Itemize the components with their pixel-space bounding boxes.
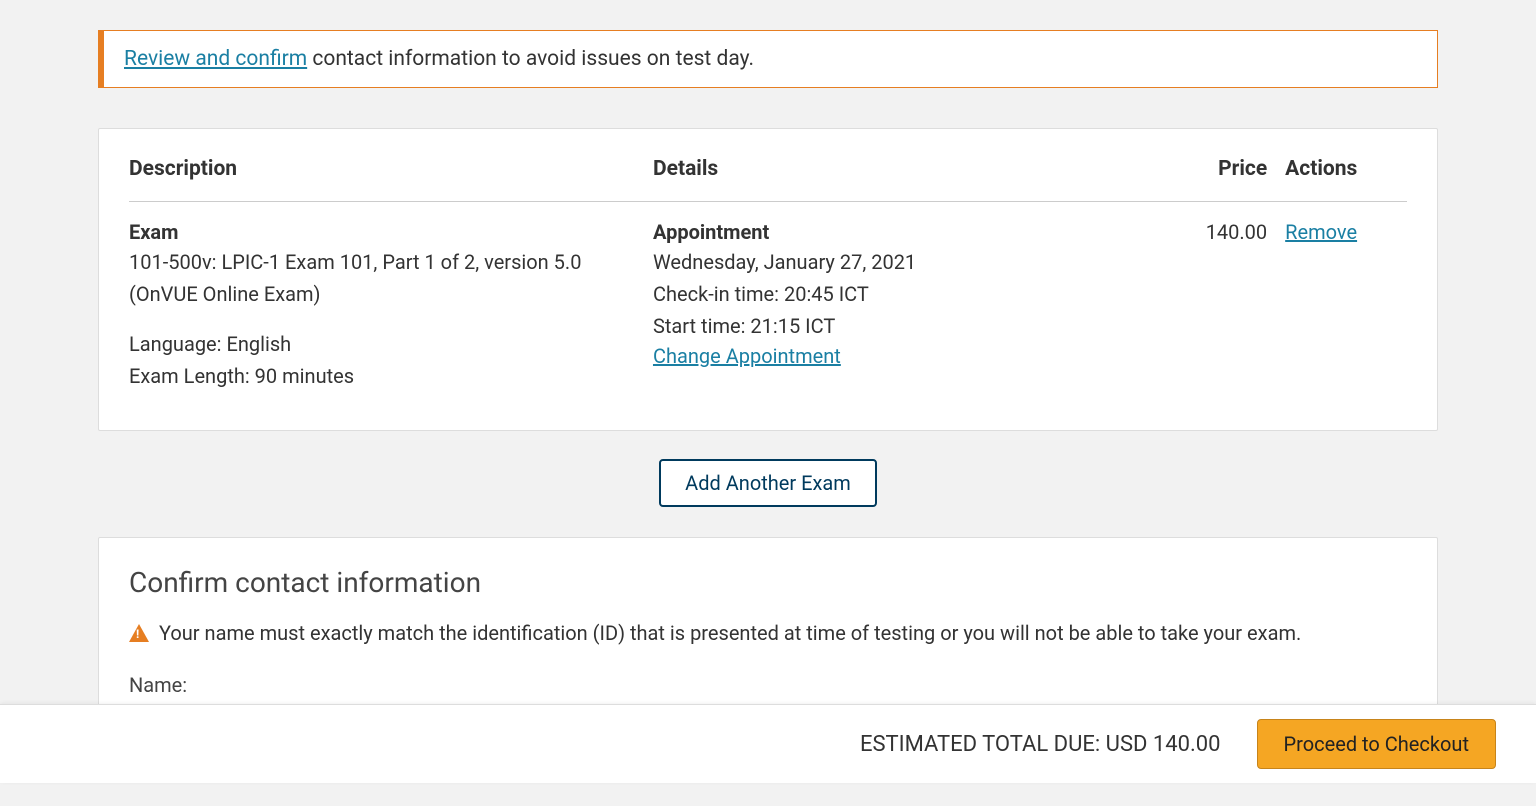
change-appointment-link[interactable]: Change Appointment	[653, 344, 841, 368]
proceed-to-checkout-button[interactable]: Proceed to Checkout	[1257, 719, 1496, 769]
order-table: Description Details Price Actions Exam 1…	[129, 157, 1407, 394]
cell-details: Appointment Wednesday, January 27, 2021 …	[653, 220, 1190, 394]
review-confirm-link[interactable]: Review and confirm	[124, 47, 307, 71]
add-exam-row: Add Another Exam	[98, 459, 1438, 507]
cell-description: Exam 101-500v: LPIC-1 Exam 101, Part 1 o…	[129, 220, 653, 394]
main-container: Review and confirm contact information t…	[48, 0, 1488, 726]
review-confirm-alert: Review and confirm contact information t…	[98, 30, 1438, 88]
order-summary-card: Description Details Price Actions Exam 1…	[98, 128, 1438, 431]
header-details: Details	[653, 157, 1190, 181]
header-actions: Actions	[1279, 157, 1407, 181]
exam-label: Exam	[129, 220, 633, 244]
header-price: Price	[1190, 157, 1279, 181]
exam-title: 101-500v: LPIC-1 Exam 101, Part 1 of 2, …	[129, 248, 633, 276]
remove-link[interactable]: Remove	[1285, 220, 1357, 244]
table-row: Exam 101-500v: LPIC-1 Exam 101, Part 1 o…	[129, 202, 1407, 394]
appointment-date: Wednesday, January 27, 2021	[653, 248, 1170, 276]
exam-language: Language: English	[129, 330, 633, 358]
cell-price: 140.00	[1190, 220, 1279, 394]
checkout-footer: ESTIMATED TOTAL DUE: USD 140.00 Proceed …	[0, 704, 1536, 783]
table-header-row: Description Details Price Actions	[129, 157, 1407, 202]
start-time: Start time: 21:15 ICT	[653, 312, 1170, 340]
warning-icon	[129, 624, 149, 642]
alert-text: contact information to avoid issues on t…	[307, 47, 754, 71]
cell-actions: Remove	[1279, 220, 1407, 394]
estimated-total: ESTIMATED TOTAL DUE: USD 140.00	[860, 732, 1221, 757]
contact-info-title: Confirm contact information	[129, 566, 1407, 599]
exam-length: Exam Length: 90 minutes	[129, 362, 633, 390]
warning-text: Your name must exactly match the identif…	[159, 621, 1301, 645]
name-match-warning: Your name must exactly match the identif…	[129, 621, 1407, 645]
header-description: Description	[129, 157, 653, 181]
exam-delivery: (OnVUE Online Exam)	[129, 280, 633, 308]
contact-info-card: Confirm contact information Your name mu…	[98, 537, 1438, 726]
appointment-label: Appointment	[653, 220, 1170, 244]
checkin-time: Check-in time: 20:45 ICT	[653, 280, 1170, 308]
name-label: Name:	[129, 673, 1407, 697]
add-another-exam-button[interactable]: Add Another Exam	[659, 459, 877, 507]
